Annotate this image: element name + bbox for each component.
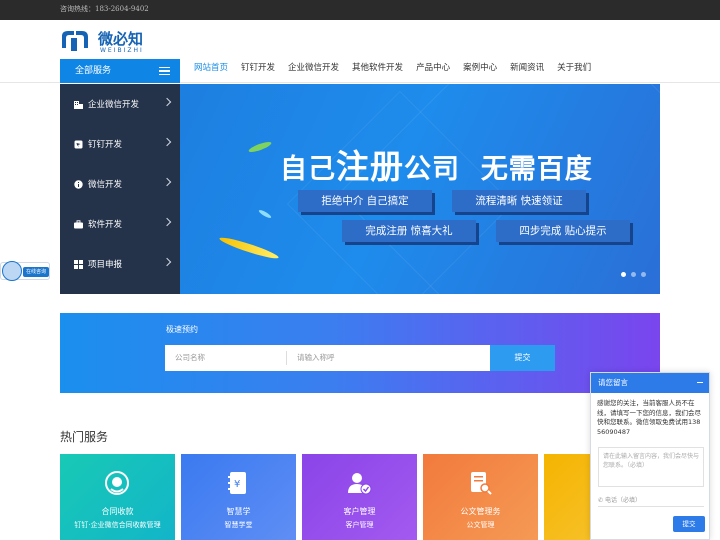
chat-submit-button[interactable]: 提交 [673, 516, 705, 532]
carousel-dot[interactable] [631, 272, 636, 277]
card-title: 客户管理 [343, 507, 376, 516]
sidebar-item-label: 微信开发 [88, 180, 123, 190]
all-services-label: 全部服务 [75, 66, 112, 76]
name-input[interactable]: 请输入称呼 [287, 351, 490, 365]
carousel-dots [621, 272, 646, 277]
logo-text: 微必知 [97, 30, 143, 48]
sidebar-item-software[interactable]: 软件开发 [60, 204, 180, 244]
booking-label: 极速预约 [166, 325, 198, 334]
site-logo[interactable]: 微必知 WEIBIZHI [60, 28, 180, 54]
top-bar: 咨询热线：183-2604-9402 [0, 0, 720, 20]
banner-pill: 拒绝中介 自己搞定 [298, 190, 432, 212]
headset-icon [104, 470, 130, 496]
banner-pill: 四步完成 贴心提示 [496, 220, 630, 242]
nav-wecom[interactable]: 企业微信开发 [288, 59, 339, 83]
chevron-right-icon [162, 257, 172, 267]
carousel-dot[interactable] [641, 272, 646, 277]
banner-title: 自己注册公司 无需百度 [280, 140, 593, 188]
banner-title-part: 公司 [404, 154, 460, 185]
banner-title-part: 自己 [280, 154, 336, 185]
sidebar-item-label: 项目申报 [88, 260, 123, 270]
service-card-contract[interactable]: 合同收款 钉钉·企业微信合同收款管理 [60, 454, 175, 540]
banner-decoration [247, 140, 273, 154]
service-card-customer[interactable]: 客户管理 客户管理 [302, 454, 417, 540]
sidebar-item-wecom[interactable]: 企业微信开发 [60, 84, 180, 124]
card-subtitle: 智慧学堂 [224, 521, 253, 529]
card-title: 公文管理务 [460, 507, 501, 516]
card-subtitle: 钉钉·企业微信合同收款管理 [74, 521, 161, 529]
banner-decoration [257, 208, 273, 220]
phone-icon: ✆ [598, 497, 604, 504]
svg-text:¥: ¥ [234, 479, 240, 490]
header: 微必知 WEIBIZHI [0, 20, 720, 59]
minimize-icon[interactable] [697, 382, 703, 383]
carousel-dot[interactable] [621, 272, 626, 277]
hot-services-cards: 合同收款 钉钉·企业微信合同收款管理 ¥ 智慧学 智慧学堂 客户管理 客户管理 … [60, 454, 660, 540]
card-subtitle: 客户管理 [345, 521, 374, 529]
chevron-right-icon [162, 97, 172, 107]
nav-about[interactable]: 关于我们 [557, 59, 591, 83]
sidebar-item-dingtalk[interactable]: 钉钉开发 [60, 124, 180, 164]
chevron-right-icon [162, 217, 172, 227]
chevron-right-icon [162, 177, 172, 187]
phone-input[interactable]: ✆ 电话（必填） [598, 494, 704, 507]
dingtalk-icon [74, 140, 83, 149]
user-check-icon [346, 470, 372, 496]
sidebar-item-label: 软件开发 [88, 220, 123, 230]
card-subtitle: 公文管理 [466, 521, 495, 529]
chat-header[interactable]: 请您留言 [591, 373, 709, 393]
grid-icon [74, 259, 83, 269]
nav-home[interactable]: 网站首页 [194, 59, 228, 83]
booking-form: 公司名称 请输入称呼 提交 [165, 345, 555, 371]
nav-other-software[interactable]: 其他软件开发 [352, 59, 403, 83]
yen-book-icon: ¥ [225, 470, 251, 496]
hotline-text: 咨询热线：183-2604-9402 [60, 5, 149, 13]
nav-links: 网站首页 钉钉开发 企业微信开发 其他软件开发 产品中心 案例中心 新闻资讯 关… [194, 59, 604, 83]
banner-decoration [218, 234, 280, 262]
banner-title-part: 注册 [336, 147, 404, 186]
logo-sub: WEIBIZHI [100, 47, 144, 54]
chat-title: 请您留言 [598, 378, 628, 387]
banner-pill: 流程清晰 快速领证 [452, 190, 586, 212]
banner-title-part: 无需百度 [480, 154, 593, 185]
service-sidebar: 企业微信开发 钉钉开发 微信开发 软件开发 项目申报 [60, 84, 180, 294]
banner-pill: 完成注册 惊喜大礼 [342, 220, 476, 242]
quick-booking: 极速预约 公司名称 请输入称呼 提交 [60, 313, 660, 393]
card-title: 智慧学 [226, 507, 251, 516]
sidebar-item-label: 企业微信开发 [88, 100, 140, 110]
chevron-right-icon [162, 137, 172, 147]
section-title: 热门服务 [60, 430, 109, 444]
main-nav: 全部服务 网站首页 钉钉开发 企业微信开发 其他软件开发 产品中心 案例中心 新… [0, 59, 720, 83]
company-name-input[interactable]: 公司名称 [165, 351, 287, 365]
nav-news[interactable]: 新闻资讯 [510, 59, 544, 83]
avatar [2, 261, 22, 281]
document-search-icon [467, 470, 493, 496]
hero-banner[interactable]: 自己注册公司 无需百度 拒绝中介 自己搞定 流程清晰 快速领证 完成注册 惊喜大… [180, 84, 660, 294]
message-textarea[interactable]: 请在此输入留言内容，我们会尽快与您联系。（必填） [598, 447, 704, 487]
sidebar-item-wechat[interactable]: 微信开发 [60, 164, 180, 204]
nav-dingtalk[interactable]: 钉钉开发 [241, 59, 275, 83]
chat-message: 感谢您的关注，当前客服人员不在线，请填写一下您的信息，我们会尽快和您联系。微信领… [597, 399, 701, 436]
info-icon [74, 179, 83, 189]
service-card-document[interactable]: 公文管理务 公文管理 [423, 454, 538, 540]
menu-icon [159, 67, 170, 75]
nav-products[interactable]: 产品中心 [416, 59, 450, 83]
service-card-learning[interactable]: ¥ 智慧学 智慧学堂 [181, 454, 296, 540]
booking-submit-button[interactable]: 提交 [490, 345, 555, 371]
sidebar-item-project[interactable]: 项目申报 [60, 244, 180, 284]
online-consult-label: 在线咨询 [23, 267, 49, 277]
card-title: 合同收款 [101, 507, 134, 516]
online-consult-tab[interactable]: 在线咨询 [0, 261, 50, 281]
building-icon [74, 100, 83, 109]
briefcase-icon [74, 219, 83, 229]
all-services-button[interactable]: 全部服务 [60, 59, 180, 83]
nav-cases[interactable]: 案例中心 [463, 59, 497, 83]
leave-message-widget: 请您留言 感谢您的关注，当前客服人员不在线，请填写一下您的信息，我们会尽快和您联… [590, 372, 710, 540]
sidebar-item-label: 钉钉开发 [88, 140, 123, 150]
phone-placeholder: 电话（必填） [604, 497, 641, 504]
